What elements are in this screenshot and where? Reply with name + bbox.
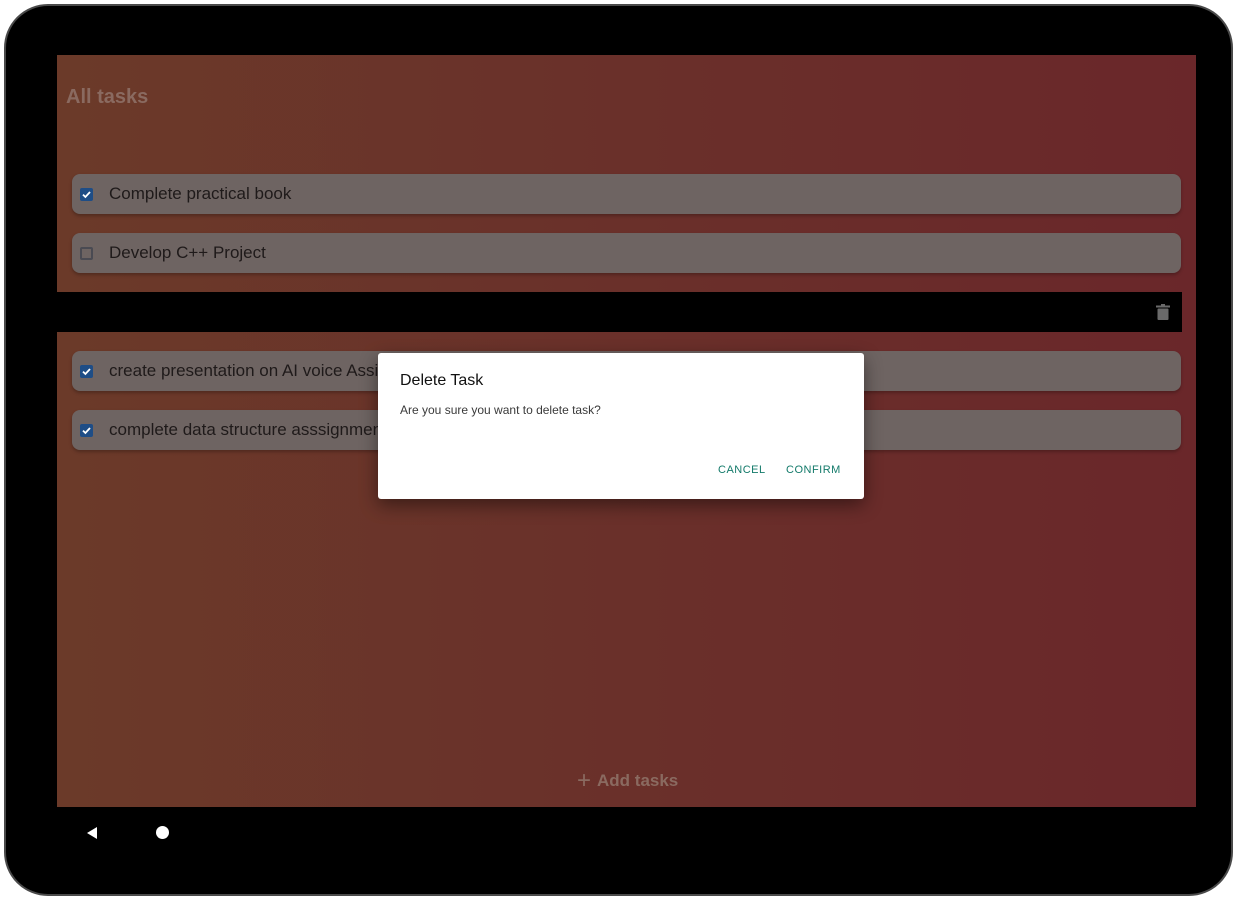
task-item[interactable]: Complete practical book [72,174,1181,214]
task-label: create presentation on AI voice Assistan… [109,361,416,380]
plus-icon: + [577,767,592,794]
task-checkbox[interactable] [80,364,93,378]
swipe-delete-background [57,292,1182,332]
task-item[interactable]: Develop C++ Project [72,233,1181,273]
task-checkbox[interactable] [80,423,93,437]
check-icon [82,367,91,375]
task-label: complete data structure asssignment [109,420,387,439]
confirm-button[interactable]: CONFIRM [786,464,841,476]
back-icon[interactable] [85,826,99,840]
task-label: Complete practical book [109,184,292,203]
task-checkbox[interactable] [80,187,93,201]
cancel-button[interactable]: CANCEL [718,464,766,476]
task-label: Develop C++ Project [109,243,266,262]
task-checkbox[interactable] [80,246,93,260]
add-tasks-label: Add tasks [597,771,679,790]
system-nav-bar [6,812,306,852]
page-title: All tasks [66,86,149,108]
dialog-message: Are you sure you want to delete task? [400,403,601,417]
delete-task-dialog: Delete Task Are you sure you want to del… [378,353,864,499]
add-tasks-button[interactable]: + Add tasks [577,769,678,793]
home-icon[interactable] [156,826,169,839]
check-icon [82,190,91,198]
dialog-title: Delete Task [400,372,484,389]
trash-icon[interactable] [1156,304,1170,320]
check-icon [82,426,91,434]
